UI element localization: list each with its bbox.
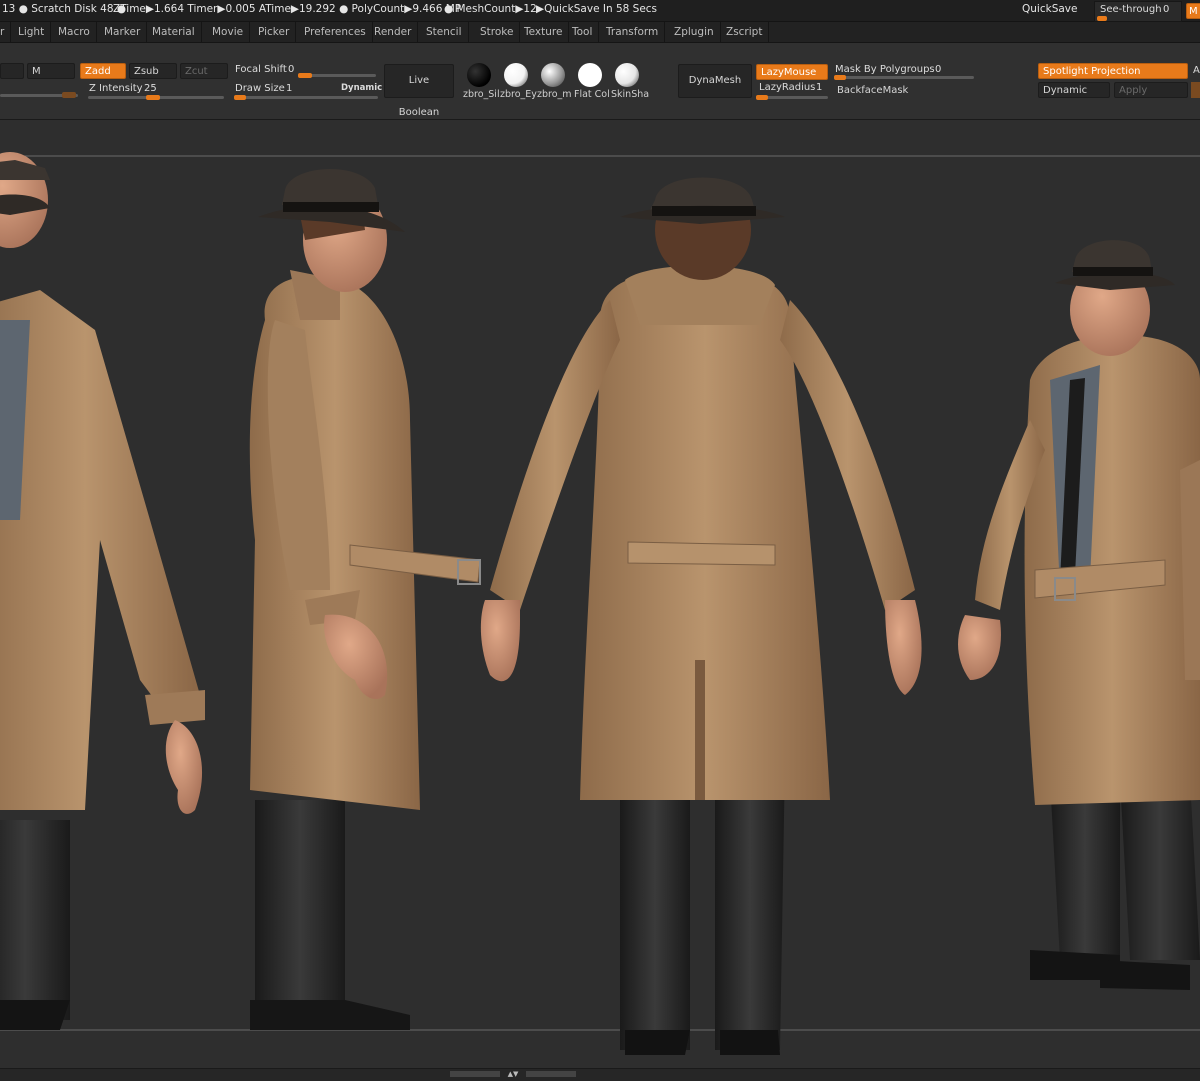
live-boolean-button[interactable]: Live Boolean <box>384 64 454 118</box>
quicksave-button[interactable]: QuickSave <box>1022 3 1077 15</box>
menu-macro[interactable]: Macro <box>52 22 97 42</box>
menu-render[interactable]: Render <box>368 22 419 42</box>
draw-size-value: 1 <box>286 83 293 94</box>
material-label: zbro_m <box>537 89 572 100</box>
gray-sphere-icon <box>541 63 565 87</box>
figure-front-left <box>0 152 205 1030</box>
spotlight-projection-button[interactable]: Spotlight Projection <box>1038 63 1188 79</box>
menu-zplugin[interactable]: Zplugin <box>668 22 721 42</box>
seethrough-slider[interactable]: See-through 0 <box>1094 1 1182 22</box>
spotlight-extra-label: A <box>1193 65 1200 76</box>
material-label: zbro_Ey <box>500 89 537 100</box>
z-intensity-slider[interactable]: Z Intensity 25 <box>86 81 226 100</box>
menu-stencil[interactable]: Stencil <box>420 22 469 42</box>
backface-mask-button[interactable]: BackfaceMask <box>832 82 910 98</box>
menu-preferences[interactable]: Preferences <box>298 22 373 42</box>
menu-zscript[interactable]: Zscript <box>720 22 770 42</box>
menu-material[interactable]: Material <box>146 22 202 42</box>
status-bar: 13 ● Scratch Disk 48 ● ZTime▶1.664 Timer… <box>0 0 1200 22</box>
autosave-readout: ▶QuickSave In 58 Secs <box>536 3 658 15</box>
dynamic-button[interactable]: Dynamic <box>1038 82 1110 98</box>
lazyradius-value: 1 <box>816 82 823 93</box>
seethrough-value: 0 <box>1163 4 1170 15</box>
zsub-button[interactable]: Zsub <box>129 63 177 79</box>
focal-shift-value: 0 <box>288 64 295 75</box>
menu-picker[interactable]: Picker <box>252 22 297 42</box>
shaded-sphere-icon <box>615 63 639 87</box>
bottom-tray-bar: ▲▼ <box>0 1068 1200 1081</box>
mask-by-polygroups-fill <box>834 75 846 80</box>
m-button[interactable]: M <box>27 63 75 79</box>
seethrough-label: See-through <box>1100 4 1162 15</box>
top-shelf: M Zadd Zsub Zcut Z Intensity 25 Focal Sh… <box>0 43 1200 120</box>
zcut-button[interactable]: Zcut <box>180 63 228 79</box>
menu-tool[interactable]: Tool <box>566 22 600 42</box>
character-turnaround-render <box>0 152 1200 1055</box>
mask-by-polygroups-slider[interactable]: Mask By Polygroups 0 <box>832 62 974 80</box>
focal-shift-slider[interactable]: Focal Shift 0 <box>232 62 378 80</box>
white-sphere-icon <box>504 63 528 87</box>
menus-toggle-button[interactable]: M <box>1186 3 1200 19</box>
menu-r[interactable]: r <box>0 22 12 42</box>
menu-bar: r Light Macro Marker Material Movie Picker Pref… <box>0 22 1200 43</box>
material-label: SkinSha <box>611 89 650 100</box>
meshcount-readout: ● MeshCount▶12 <box>444 3 537 15</box>
z-intensity-fill <box>146 95 160 100</box>
mask-by-polygroups-value: 0 <box>935 64 942 75</box>
tray-handle-left[interactable] <box>450 1071 500 1077</box>
menu-light[interactable]: Light <box>12 22 52 42</box>
lazyradius-slider[interactable]: LazyRadius 1 <box>756 82 828 100</box>
draw-size-track <box>234 96 378 99</box>
menu-stroke[interactable]: Stroke <box>474 22 521 42</box>
dynamic-size-toggle[interactable]: Dynamic <box>341 83 382 93</box>
tray-handle-right[interactable] <box>526 1071 576 1077</box>
draw-size-label: Draw Size <box>235 83 285 94</box>
seethrough-slider-fill <box>1097 16 1107 21</box>
figure-back <box>480 177 922 1055</box>
menu-marker[interactable]: Marker <box>98 22 148 42</box>
z-intensity-value: 25 <box>144 83 157 94</box>
figure-side <box>249 169 481 1030</box>
mask-by-polygroups-label: Mask By Polygroups <box>835 64 935 75</box>
draw-size-fill <box>234 95 246 100</box>
tray-toggle-icon[interactable]: ▲▼ <box>503 1070 523 1078</box>
draw-size-slider[interactable]: Draw Size 1 Dynamic <box>232 81 382 100</box>
menu-texture[interactable]: Texture <box>518 22 570 42</box>
right-edge-button[interactable] <box>1191 82 1200 98</box>
apply-button[interactable]: Apply <box>1114 82 1188 98</box>
lazyradius-fill <box>756 95 768 100</box>
menu-movie[interactable]: Movie <box>206 22 251 42</box>
lazymouse-button[interactable]: LazyMouse <box>756 64 828 80</box>
menu-transform[interactable]: Transform <box>600 22 666 42</box>
rgb-intensity-handle[interactable] <box>62 92 76 98</box>
z-intensity-label: Z Intensity <box>89 83 143 94</box>
scratch-disk-readout: 13 ● Scratch Disk 48 ● <box>2 3 127 15</box>
lazyradius-label: LazyRadius <box>759 82 816 93</box>
black-sphere-icon <box>467 63 491 87</box>
left-edge-button[interactable] <box>0 63 24 79</box>
material-label: Flat Col <box>574 89 610 100</box>
focal-shift-fill <box>298 73 312 78</box>
mask-by-polygroups-track <box>834 76 974 79</box>
dynamesh-button[interactable]: DynaMesh <box>678 64 752 98</box>
material-shelf: zbro_Sil zbro_Ey zbro_m Flat Col SkinSha <box>462 63 652 103</box>
flat-white-sphere-icon <box>578 63 602 87</box>
figure-three-quarter <box>958 240 1200 990</box>
ztime-readout: ZTime▶1.664 Timer▶0.005 ATime▶19.292 ● P… <box>113 3 462 15</box>
canvas-viewport[interactable] <box>0 120 1200 1068</box>
material-label: zbro_Sil <box>463 89 500 100</box>
zadd-button[interactable]: Zadd <box>80 63 126 79</box>
focal-shift-label: Focal Shift <box>235 64 287 75</box>
